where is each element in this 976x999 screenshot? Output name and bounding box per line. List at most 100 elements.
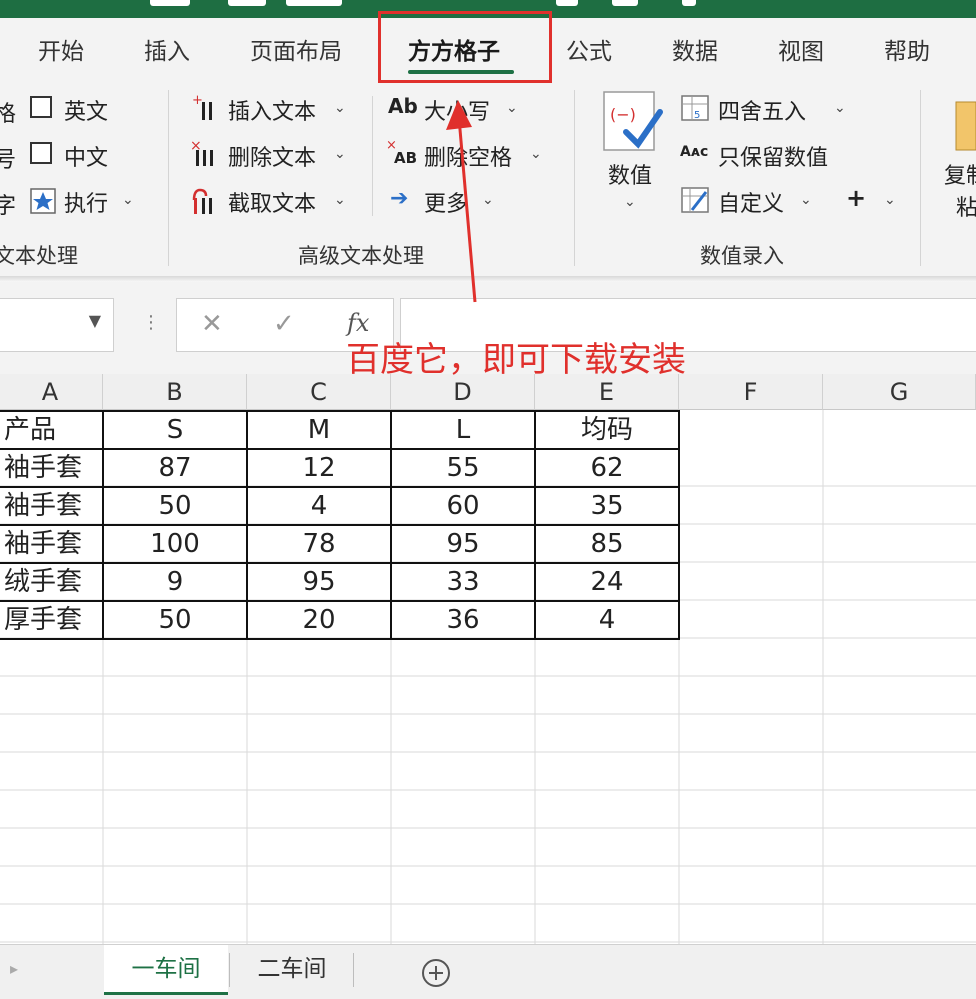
keep-values-button[interactable]: 只保留数值 bbox=[718, 140, 828, 172]
copy-paste-label-2[interactable]: 粘贴 bbox=[956, 190, 976, 222]
extract-text-button[interactable]: 截取文本 bbox=[228, 186, 316, 218]
spreadsheet-grid[interactable]: A B C D E F G 产品 S M L 均码 袖手套 87 12 55 6… bbox=[0, 374, 976, 944]
table-cell[interactable]: 20 bbox=[247, 601, 391, 639]
table-cell[interactable]: 袖手套 bbox=[0, 525, 103, 563]
extract-text-icon bbox=[192, 188, 212, 214]
chevron-down-icon[interactable]: ⌄ bbox=[834, 100, 846, 116]
round-icon: 5 bbox=[681, 95, 709, 121]
cut-label-2: 号 bbox=[0, 148, 17, 173]
insert-text-button[interactable]: 插入文本 bbox=[228, 94, 316, 126]
add-sheet-icon[interactable] bbox=[420, 957, 452, 989]
tab-formulas[interactable]: 公式 bbox=[566, 32, 612, 66]
more-dots-icon[interactable]: ⋮ bbox=[142, 312, 160, 333]
chevron-down-icon[interactable]: ⌄ bbox=[800, 192, 812, 208]
column-header-b[interactable]: B bbox=[103, 374, 247, 410]
chinese-checkbox[interactable] bbox=[30, 142, 52, 164]
table-cell[interactable]: 厚手套 bbox=[0, 601, 103, 639]
chevron-down-icon[interactable]: ⌄ bbox=[884, 192, 896, 208]
execute-icon bbox=[30, 188, 56, 214]
execute-button[interactable]: 执行 bbox=[64, 186, 108, 218]
quick-access-icon[interactable] bbox=[286, 0, 342, 6]
keep-values-icon: Aᴀᴄ bbox=[680, 144, 709, 160]
cut-label-1: 格 bbox=[0, 102, 17, 127]
chevron-down-icon[interactable]: ⌄ bbox=[334, 146, 346, 162]
table-cell[interactable]: 袖手套 bbox=[0, 487, 103, 525]
ribbon-divider bbox=[168, 90, 169, 266]
table-header-cell[interactable]: S bbox=[103, 411, 247, 449]
svg-text:(−): (−) bbox=[610, 105, 636, 124]
column-header-g[interactable]: G bbox=[823, 374, 976, 410]
sheet-tab-bar: ▸ 一车间 二车间 bbox=[0, 944, 976, 999]
table-cell[interactable]: 50 bbox=[103, 601, 247, 639]
copy-paste-icon bbox=[955, 101, 976, 151]
table-cell[interactable]: 60 bbox=[391, 487, 535, 525]
tab-page-layout[interactable]: 页面布局 bbox=[250, 32, 342, 66]
table-header-cell[interactable]: M bbox=[247, 411, 391, 449]
quick-access-icon[interactable] bbox=[556, 0, 578, 6]
table-cell[interactable]: 95 bbox=[247, 563, 391, 601]
chevron-down-icon[interactable]: ⌄ bbox=[506, 100, 518, 116]
table-header-cell[interactable]: 产品 bbox=[0, 411, 103, 449]
svg-text:AB: AB bbox=[394, 149, 417, 167]
chevron-down-icon[interactable]: ⌄ bbox=[624, 194, 636, 210]
value-button[interactable]: 数值 bbox=[608, 158, 652, 190]
table-cell[interactable]: 95 bbox=[391, 525, 535, 563]
sheet-tab-2[interactable]: 二车间 bbox=[232, 945, 352, 995]
chevron-down-icon[interactable]: ▼ bbox=[89, 311, 101, 330]
sheet-tab-1[interactable]: 一车间 bbox=[104, 945, 228, 995]
quick-access-icon[interactable] bbox=[682, 0, 696, 6]
group-label-numeric-entry: 数值录入 bbox=[700, 244, 784, 268]
svg-text:×: × bbox=[190, 138, 202, 154]
custom-button[interactable]: 自定义 bbox=[718, 186, 784, 218]
table-cell[interactable]: 87 bbox=[103, 449, 247, 487]
tab-view[interactable]: 视图 bbox=[778, 32, 824, 66]
cancel-icon[interactable]: ✕ bbox=[201, 309, 223, 339]
tab-data[interactable]: 数据 bbox=[672, 32, 718, 66]
quick-access-icon[interactable] bbox=[228, 0, 266, 6]
table-header-cell[interactable]: 均码 bbox=[535, 411, 679, 449]
delete-text-button[interactable]: 删除文本 bbox=[228, 140, 316, 172]
column-header-a[interactable]: A bbox=[0, 374, 103, 410]
custom-icon bbox=[681, 187, 709, 213]
table-cell[interactable]: 9 bbox=[103, 563, 247, 601]
table-cell[interactable]: 24 bbox=[535, 563, 679, 601]
annotation-text: 百度它，即可下载安装 bbox=[346, 340, 686, 380]
highlight-box bbox=[378, 11, 552, 83]
chevron-down-icon[interactable]: ⌄ bbox=[334, 100, 346, 116]
add-button[interactable]: + bbox=[846, 184, 866, 212]
table-cell[interactable]: 12 bbox=[247, 449, 391, 487]
chevron-down-icon[interactable]: ⌄ bbox=[122, 192, 134, 208]
english-checkbox[interactable] bbox=[30, 96, 52, 118]
copy-paste-label-1[interactable]: 复制 bbox=[944, 158, 976, 190]
tab-divider bbox=[353, 953, 354, 987]
table-cell[interactable]: 62 bbox=[535, 449, 679, 487]
table-cell[interactable]: 36 bbox=[391, 601, 535, 639]
table-cell[interactable]: 袖手套 bbox=[0, 449, 103, 487]
tab-insert[interactable]: 插入 bbox=[144, 32, 190, 66]
table-cell[interactable]: 85 bbox=[535, 525, 679, 563]
table-cell[interactable]: 33 bbox=[391, 563, 535, 601]
table-cell[interactable]: 50 bbox=[103, 487, 247, 525]
table-cell[interactable]: 4 bbox=[247, 487, 391, 525]
annotation-arrow bbox=[446, 100, 477, 303]
name-box[interactable]: ▼ bbox=[0, 298, 114, 352]
tab-help[interactable]: 帮助 bbox=[884, 32, 930, 66]
column-header-f[interactable]: F bbox=[679, 374, 823, 410]
chevron-down-icon[interactable]: ⌄ bbox=[334, 192, 346, 208]
table-cell[interactable]: 78 bbox=[247, 525, 391, 563]
table-cell[interactable]: 35 bbox=[535, 487, 679, 525]
tab-home[interactable]: 开始 bbox=[38, 32, 84, 66]
round-button[interactable]: 四舍五入 bbox=[718, 94, 806, 126]
table-cell[interactable]: 4 bbox=[535, 601, 679, 639]
table-cell[interactable]: 100 bbox=[103, 525, 247, 563]
table-cell[interactable]: 绒手套 bbox=[0, 563, 103, 601]
ribbon-divider bbox=[574, 90, 575, 266]
quick-access-icon[interactable] bbox=[612, 0, 638, 6]
quick-access-icon[interactable] bbox=[150, 0, 190, 6]
table-header-cell[interactable]: L bbox=[391, 411, 535, 449]
scroll-left-icon[interactable]: ▸ bbox=[10, 959, 18, 978]
english-label: 英文 bbox=[64, 100, 109, 125]
table-cell[interactable]: 55 bbox=[391, 449, 535, 487]
chevron-down-icon[interactable]: ⌄ bbox=[530, 146, 542, 162]
confirm-icon[interactable]: ✓ bbox=[273, 309, 295, 339]
